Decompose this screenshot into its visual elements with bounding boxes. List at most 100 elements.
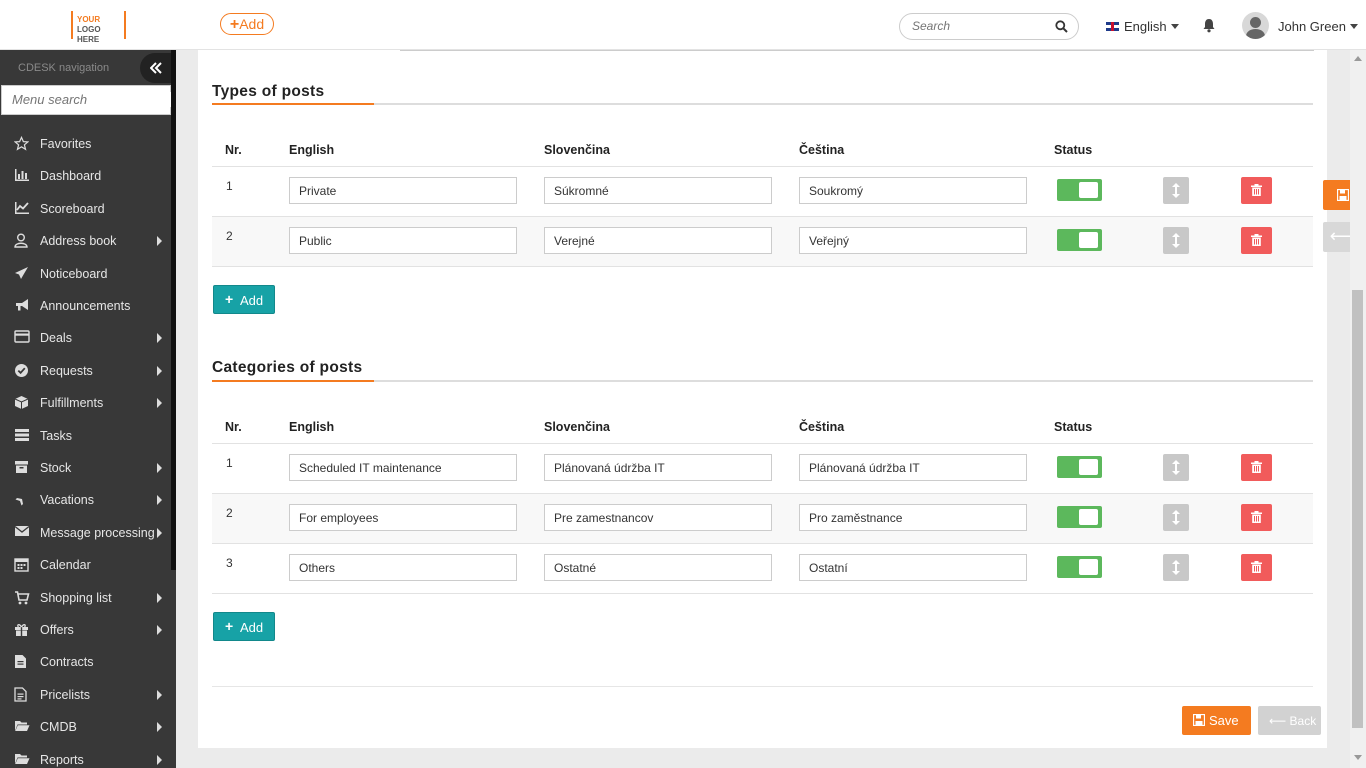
global-search[interactable]	[899, 13, 1079, 40]
add-category-button[interactable]: + Add	[213, 612, 275, 641]
delete-button[interactable]	[1241, 554, 1272, 581]
scroll-down-arrow[interactable]	[1354, 755, 1362, 760]
sidebar-item-vacations[interactable]: Vacations	[0, 485, 171, 515]
chevron-right-icon	[157, 625, 162, 635]
slovak-name-input[interactable]	[544, 177, 772, 204]
sidebar-item-fulfillments[interactable]: Fulfillments	[0, 388, 171, 418]
add-type-label: Add	[240, 293, 264, 308]
czech-name-input[interactable]	[799, 227, 1027, 254]
bell-icon[interactable]	[1202, 18, 1216, 36]
page-scrollbar[interactable]	[1350, 50, 1366, 768]
sidebar-item-scoreboard[interactable]: Scoreboard	[0, 194, 171, 224]
bullhorn-icon	[14, 298, 30, 314]
sidebar-item-label: Vacations	[40, 493, 94, 508]
sidebar-item-announcements[interactable]: Announcements	[0, 291, 171, 321]
czech-name-input[interactable]	[799, 177, 1027, 204]
search-icon[interactable]	[1055, 20, 1068, 36]
reorder-button[interactable]	[1163, 504, 1189, 531]
sidebar-item-contracts[interactable]: Contracts	[0, 647, 171, 677]
table-end-line	[212, 593, 1313, 594]
chevron-right-icon	[157, 527, 162, 538]
sidebar-item-favorites[interactable]: Favorites	[0, 129, 171, 159]
chevron-down-icon	[1349, 24, 1358, 29]
chevron-down-icon	[1170, 24, 1179, 29]
sidebar-item-address-book[interactable]: Address book	[0, 226, 171, 256]
row-number: 2	[226, 506, 233, 520]
avatar[interactable]	[1242, 12, 1269, 39]
czech-name-input[interactable]	[799, 504, 1027, 531]
global-search-input[interactable]	[912, 19, 1042, 33]
reorder-button[interactable]	[1163, 177, 1189, 204]
menu-search[interactable]	[1, 85, 172, 115]
status-toggle[interactable]	[1057, 229, 1102, 251]
footer-divider	[212, 686, 1313, 687]
sidebar-item-offers[interactable]: Offers	[0, 615, 171, 645]
slovak-name-input[interactable]	[544, 227, 772, 254]
sidebar-item-noticeboard[interactable]: Noticeboard	[0, 259, 171, 289]
add-category-label: Add	[240, 620, 264, 635]
status-toggle[interactable]	[1057, 456, 1102, 478]
english-name-input[interactable]	[289, 454, 517, 481]
sidebar-item-shopping-list[interactable]: Shopping list	[0, 583, 171, 613]
sidebar-item-label: Requests	[40, 363, 93, 378]
sidebar-item-calendar[interactable]: Calendar	[0, 550, 171, 580]
back-label: Back	[1289, 714, 1317, 728]
gift-icon	[14, 622, 30, 638]
logo-text-logo: LOGO	[77, 25, 101, 34]
envelope-icon	[14, 525, 30, 541]
sidebar-item-requests[interactable]: Requests	[0, 356, 171, 386]
english-name-input[interactable]	[289, 227, 517, 254]
czech-name-input[interactable]	[799, 454, 1027, 481]
sidebar-scrollbar[interactable]	[171, 50, 176, 570]
user-menu[interactable]: John Green	[1278, 19, 1358, 34]
quick-add-button[interactable]: +Add	[220, 13, 274, 35]
sidebar-item-pricelists[interactable]: Pricelists	[0, 680, 171, 710]
chevron-right-icon	[157, 592, 162, 603]
language-selector[interactable]: English	[1106, 19, 1179, 34]
english-name-input[interactable]	[289, 554, 517, 581]
slovak-name-input[interactable]	[544, 554, 772, 581]
english-name-input[interactable]	[289, 504, 517, 531]
calendar-icon	[14, 557, 30, 573]
table-row: 1	[212, 166, 1313, 216]
collapse-sidebar-button[interactable]	[140, 53, 172, 83]
status-toggle[interactable]	[1057, 179, 1102, 201]
scrollbar-thumb[interactable]	[1352, 290, 1363, 728]
save-button[interactable]: Save	[1182, 706, 1251, 735]
add-type-button[interactable]: + Add	[213, 285, 275, 314]
reorder-button[interactable]	[1163, 554, 1189, 581]
delete-button[interactable]	[1241, 227, 1272, 254]
line-chart-icon	[14, 201, 30, 217]
english-name-input[interactable]	[289, 177, 517, 204]
reorder-button[interactable]	[1163, 454, 1189, 481]
reorder-button[interactable]	[1163, 227, 1189, 254]
chevron-right-icon	[157, 495, 162, 506]
delete-button[interactable]	[1241, 177, 1272, 204]
sidebar-item-cmdb[interactable]: CMDB	[0, 712, 171, 742]
star-icon	[13, 135, 30, 152]
sidebar-item-message-processing[interactable]: Message processing	[0, 518, 171, 548]
language-label: English	[1124, 19, 1167, 34]
company-logo[interactable]: YOUR LOGO HERE	[71, 11, 126, 44]
column-header-status: Status	[1054, 420, 1093, 434]
sidebar-item-stock[interactable]: Stock	[0, 453, 171, 483]
section-title-categories: Categories of posts	[212, 359, 363, 376]
slovak-name-input[interactable]	[544, 504, 772, 531]
bar-chart-icon	[14, 168, 30, 184]
sidebar-item-dashboard[interactable]: Dashboard	[0, 161, 171, 191]
sidebar-item-label: Shopping list	[40, 590, 112, 605]
delete-button[interactable]	[1241, 504, 1272, 531]
czech-name-input[interactable]	[799, 554, 1027, 581]
cart-icon	[14, 590, 30, 606]
sidebar-item-tasks[interactable]: Tasks	[0, 421, 171, 451]
slovak-name-input[interactable]	[544, 454, 772, 481]
back-button[interactable]: ⟵ Back	[1258, 706, 1321, 735]
menu-search-input[interactable]	[12, 92, 172, 107]
sidebar-item-reports[interactable]: Reports	[0, 745, 171, 768]
status-toggle[interactable]	[1057, 506, 1102, 528]
sidebar-item-deals[interactable]: Deals	[0, 323, 171, 353]
status-toggle[interactable]	[1057, 556, 1102, 578]
sidebar-item-label: Pricelists	[40, 687, 91, 702]
delete-button[interactable]	[1241, 454, 1272, 481]
scroll-up-arrow[interactable]	[1354, 56, 1362, 61]
